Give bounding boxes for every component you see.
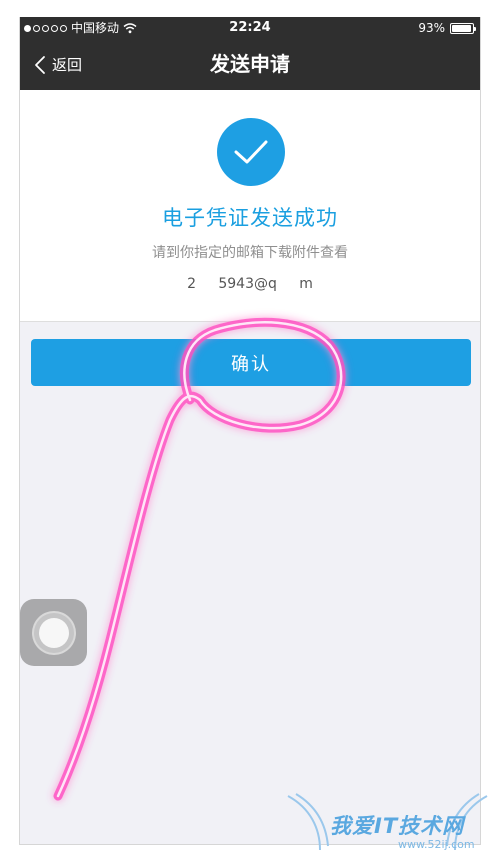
assistive-touch-button[interactable] — [20, 599, 87, 666]
status-right: 93% — [418, 17, 476, 39]
check-mark — [234, 140, 268, 164]
nav-bar: 返回 发送申请 — [20, 39, 480, 90]
page-title: 发送申请 — [210, 52, 290, 76]
assistive-touch-ring — [31, 610, 76, 655]
battery-percent: 93% — [418, 21, 445, 35]
top-bar: 中国移动 22:24 93% 返回 发送申请 — [20, 17, 480, 90]
success-subtitle: 请到你指定的邮箱下载附件查看 — [152, 245, 348, 261]
success-title: 电子凭证发送成功 — [162, 206, 338, 230]
confirm-button[interactable]: 确认 — [31, 339, 471, 386]
assistive-touch-core — [38, 617, 69, 648]
check-icon — [217, 118, 285, 186]
success-card: 电子凭证发送成功 请到你指定的邮箱下载附件查看 2 5943@q m — [20, 90, 480, 322]
battery-fill — [452, 24, 471, 32]
battery-icon — [450, 22, 476, 34]
status-bar: 中国移动 22:24 93% — [20, 17, 480, 39]
recipient-email: 2 5943@q m — [187, 276, 313, 292]
phone-screen: 中国移动 22:24 93% 返回 发送申请 电子凭证发送成功 请到你指定的邮箱… — [19, 17, 481, 845]
status-time: 22:24 — [229, 20, 271, 35]
